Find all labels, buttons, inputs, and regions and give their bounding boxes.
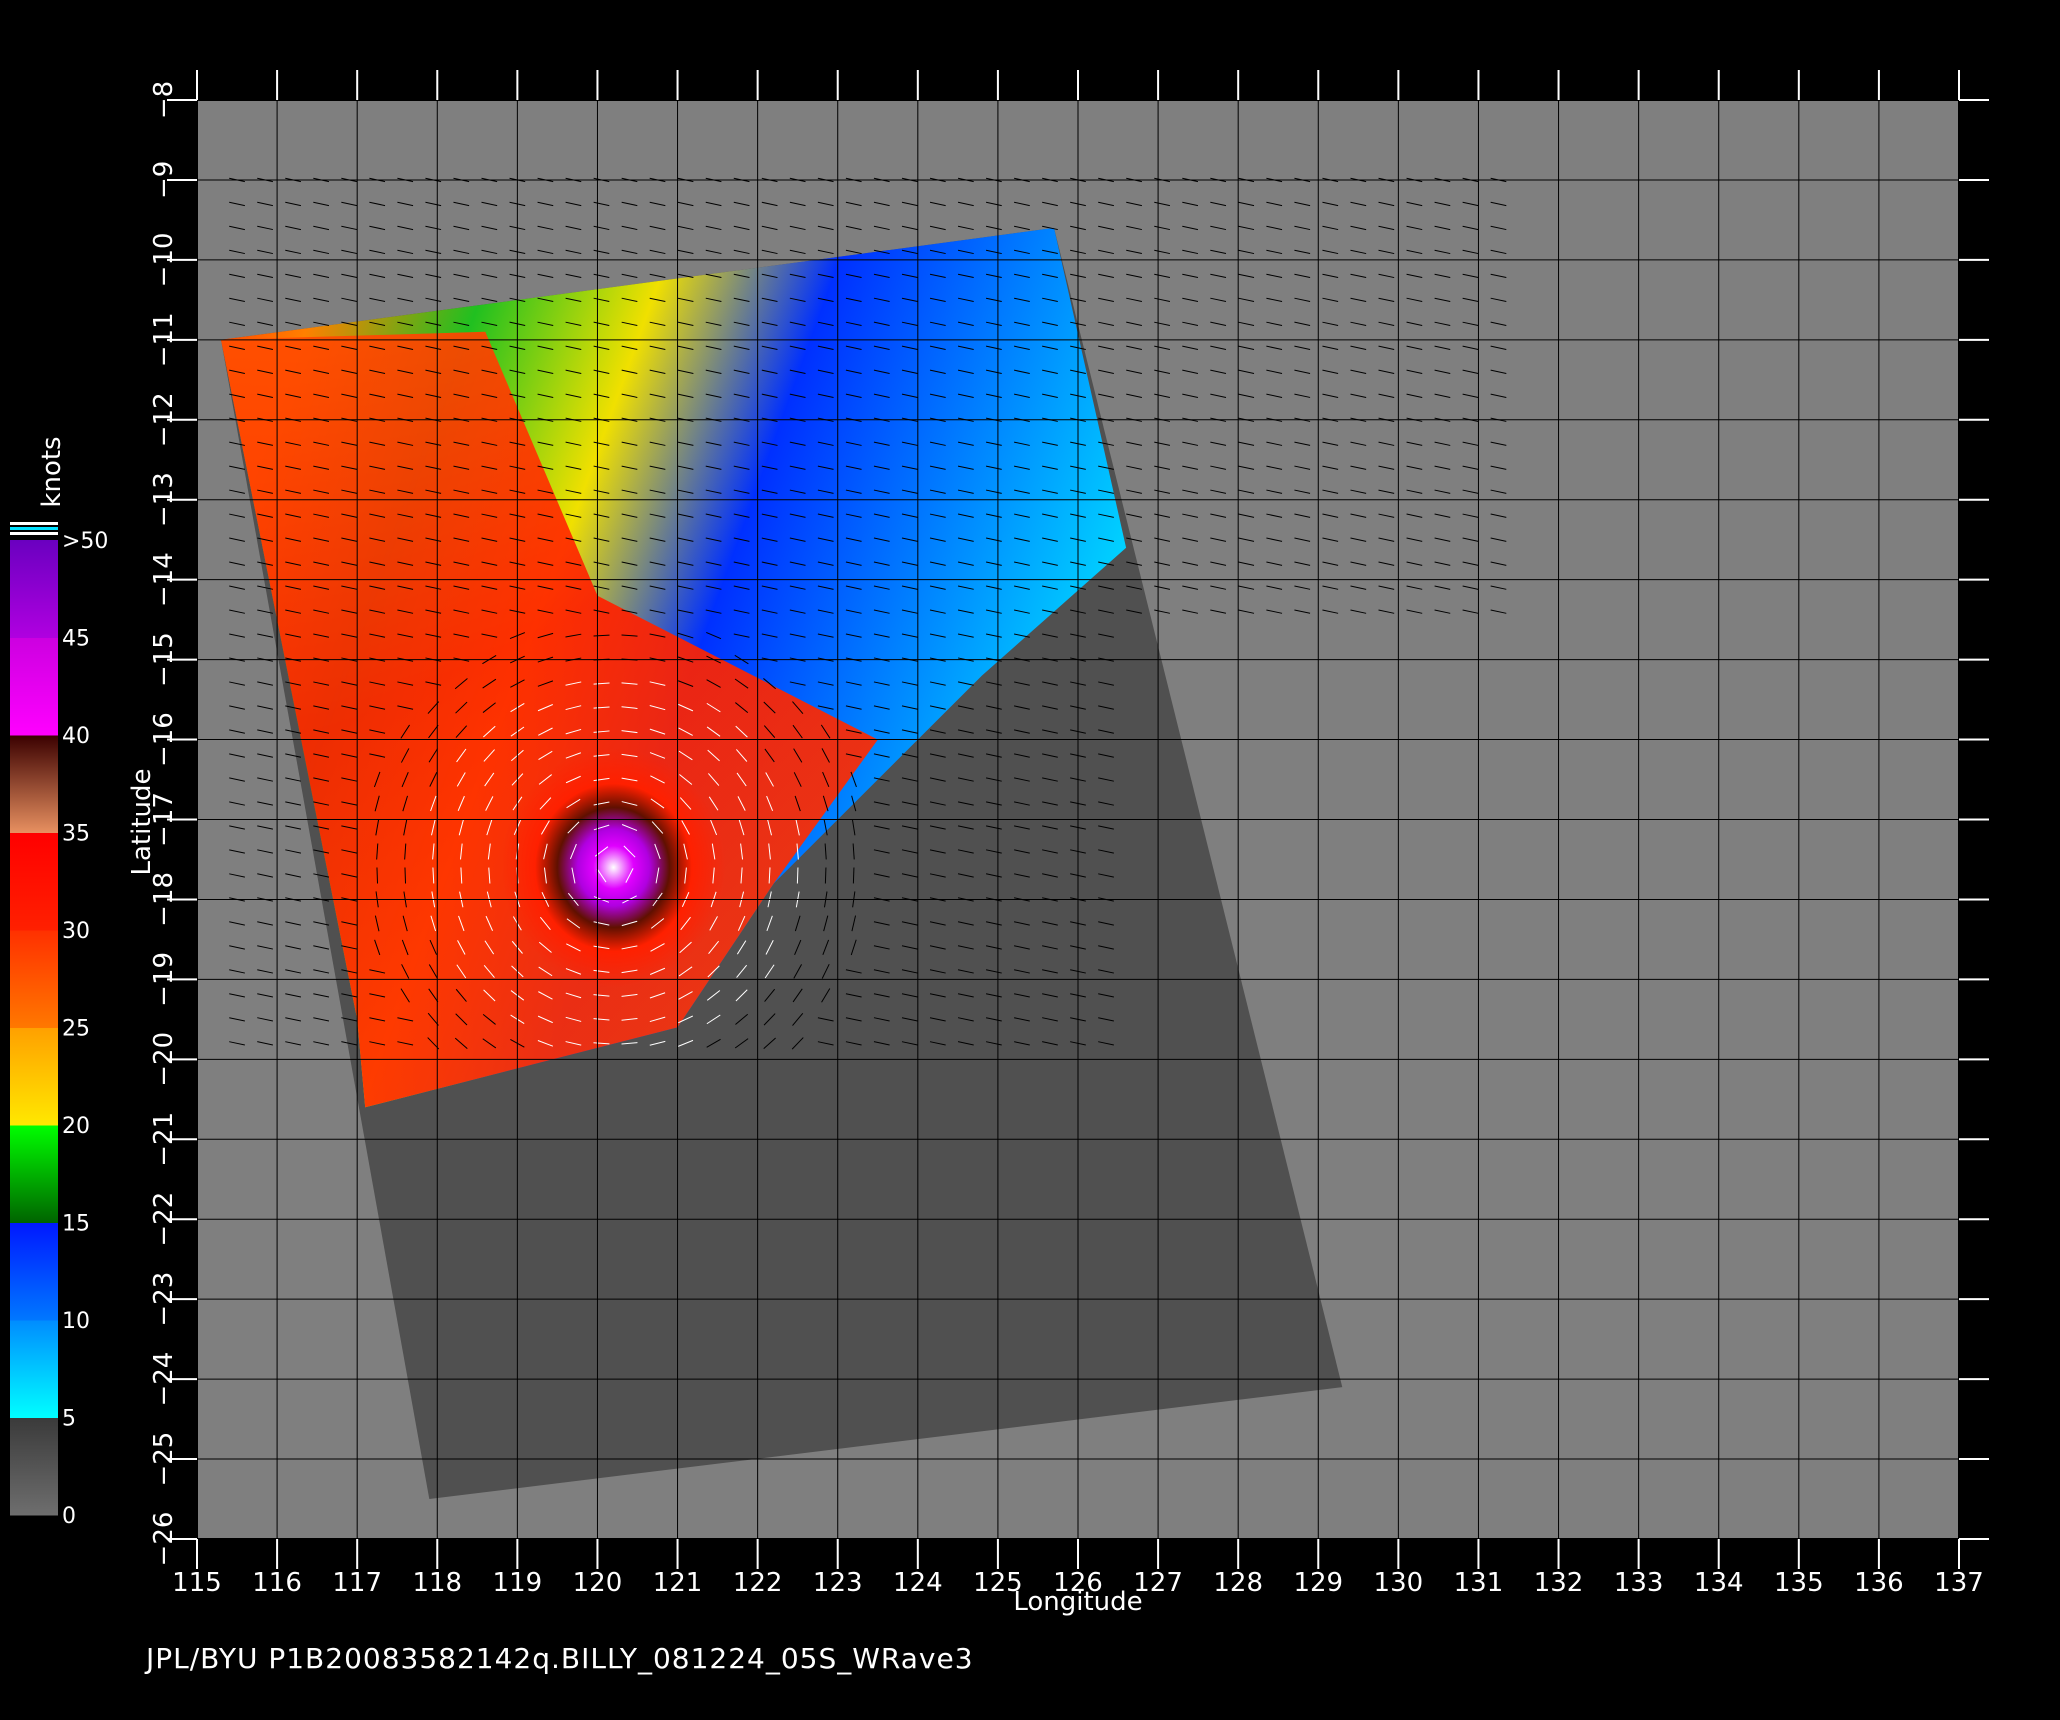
x-tick-label: 135: [1774, 1568, 1824, 1598]
y-tick-label: −21: [149, 1112, 179, 1167]
x-tick-label: 128: [1213, 1568, 1263, 1598]
y-tick-label: −11: [149, 312, 179, 367]
wind-barb: [824, 867, 827, 884]
colorbar-tick-label: 45: [62, 627, 90, 652]
y-tick-label: −25: [149, 1432, 179, 1487]
colorbar-tick-label: 10: [62, 1309, 90, 1334]
colorbar-tick-label: >50: [62, 529, 108, 554]
y-axis-label: Latitude: [127, 768, 157, 875]
colorbar-bin: [10, 1222, 58, 1321]
colorbar-overflow-stripe: [10, 527, 58, 530]
x-tick-label: 119: [493, 1568, 543, 1598]
y-tick-label: −8: [149, 81, 179, 119]
colorbar-tick-label: 15: [62, 1212, 90, 1237]
wind-barb: [852, 867, 855, 884]
colorbar-tick-label: 30: [62, 919, 90, 944]
y-tick-label: −24: [149, 1352, 179, 1407]
y-tick-label: −18: [149, 872, 179, 927]
colorbar-bin: [10, 540, 58, 638]
colorbar-overflow-stripe: [10, 532, 58, 535]
x-axis-label: Longitude: [1013, 1587, 1142, 1617]
y-tick-label: −23: [149, 1272, 179, 1327]
colorbar-bin: [10, 1320, 58, 1418]
wind-barb: [376, 867, 379, 884]
x-tick-label: 115: [172, 1568, 222, 1598]
x-tick-label: 118: [412, 1568, 462, 1598]
y-tick-label: −12: [149, 392, 179, 447]
colorbar-tick-label: 0: [62, 1504, 76, 1529]
x-tick-label: 133: [1614, 1568, 1664, 1598]
x-tick-label: 136: [1854, 1568, 1904, 1598]
colorbar: [10, 522, 58, 1516]
colorbar-tick-label: 40: [62, 724, 90, 749]
y-tick-label: −22: [149, 1192, 179, 1247]
y-tick-label: −26: [149, 1512, 179, 1567]
x-tick-label: 117: [332, 1568, 382, 1598]
wind-speed-plot: 115 116 117 118 119 120 121 122 123 124 125 126 127 1…: [10, 70, 1989, 1617]
colorbar-overflow-stripe: [10, 522, 58, 525]
x-tick-label: 123: [813, 1568, 863, 1598]
y-tick-label: −20: [149, 1032, 179, 1087]
wind-barb: [404, 867, 407, 884]
colorbar-bin: [10, 832, 58, 931]
colorbar-label: knots: [37, 436, 67, 507]
colorbar-tick-label: 25: [62, 1017, 90, 1042]
y-tick-label: −14: [149, 552, 179, 607]
x-tick-label: 134: [1694, 1568, 1744, 1598]
colorbar-bin: [10, 637, 58, 736]
y-tick-label: −19: [149, 952, 179, 1007]
y-tick-label: −13: [149, 472, 179, 527]
colorbar-bin: [10, 1027, 58, 1126]
x-tick-label: 129: [1293, 1568, 1343, 1598]
colorbar-tick-label: 5: [62, 1407, 76, 1432]
y-tick-label: −10: [149, 232, 179, 287]
x-tick-label: 116: [252, 1568, 302, 1598]
storm-core: [501, 747, 726, 988]
wind-barb: [796, 867, 799, 884]
x-tick-label: 124: [893, 1568, 943, 1598]
colorbar-tick-label: 20: [62, 1114, 90, 1139]
x-tick-label: 130: [1374, 1568, 1424, 1598]
x-tick-label: 132: [1534, 1568, 1584, 1598]
colorbar-bin: [10, 930, 58, 1028]
colorbar-bin: [10, 1125, 58, 1223]
colorbar-tick-label: 35: [62, 822, 90, 847]
colorbar-bin: [10, 735, 58, 833]
x-tick-label: 120: [573, 1568, 623, 1598]
colorbar-bin: [10, 1417, 58, 1516]
footer-caption: JPL/BYU P1B20083582142q.BILLY_081224_05S…: [146, 1642, 974, 1675]
y-tick-label: −15: [149, 632, 179, 687]
y-tick-label: −9: [149, 161, 179, 199]
x-tick-label: 122: [733, 1568, 783, 1598]
x-tick-label: 121: [653, 1568, 703, 1598]
x-tick-label: 137: [1934, 1568, 1984, 1598]
colorbar-tick-labels: 0 5 10 15 20 25 30 35 40 45 >50: [62, 529, 108, 1529]
x-tick-label: 131: [1454, 1568, 1504, 1598]
y-tick-label: −16: [149, 712, 179, 767]
